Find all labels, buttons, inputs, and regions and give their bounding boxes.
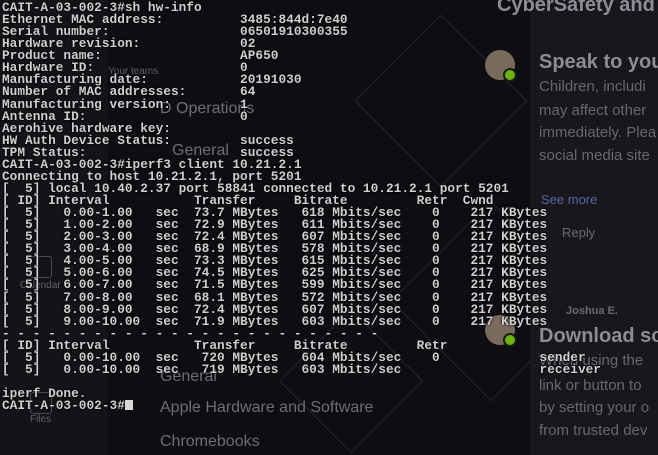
channel-chromebooks: Chromebooks (160, 433, 260, 450)
post-body-line: from trusted dev (539, 422, 648, 439)
terminal-line: [ 5] 0.00-10.00 sec 719 MBytes 603 Mbits… (2, 361, 601, 377)
terminal-output[interactable]: CAIT-A-03-002-3#sh hw-info Ethernet MAC a… (2, 1, 601, 412)
terminal-cursor (124, 400, 133, 411)
terminal-line: CAIT-A-03-002-3# (2, 399, 601, 412)
sidebar-label-files: Files (30, 414, 52, 425)
